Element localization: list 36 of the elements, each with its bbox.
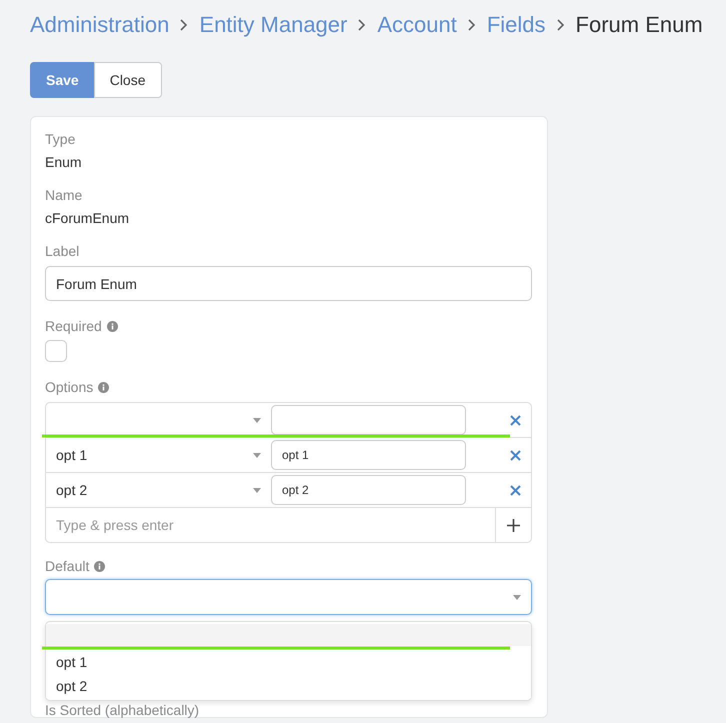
plus-icon	[507, 518, 520, 532]
caret-icon	[253, 452, 261, 458]
dropdown-option[interactable]: opt 1	[46, 650, 531, 674]
dropdown-option[interactable]: opt 2	[46, 674, 531, 698]
option-select[interactable]: opt 2	[46, 473, 271, 507]
field-label: Options	[45, 379, 94, 395]
caret-icon	[513, 594, 521, 600]
chevron-icon	[556, 18, 566, 32]
field-value: Enum	[45, 154, 83, 170]
field-label: Type	[45, 131, 76, 147]
field-label: Is Sorted (alphabetically)	[45, 703, 200, 717]
label-field[interactable]: Forum Enum	[45, 266, 532, 301]
info-icon	[94, 560, 106, 572]
option-label-field[interactable]: opt 1	[271, 440, 466, 470]
caret-icon	[253, 418, 261, 422]
field-label: Default	[45, 558, 90, 574]
caret-icon	[253, 488, 261, 492]
info-icon	[106, 320, 118, 332]
remove-icon[interactable]	[510, 450, 521, 460]
field-label: Label	[45, 243, 80, 259]
field-label: Name	[45, 187, 82, 203]
field-value: cForumEnum	[45, 210, 130, 226]
option-label-field[interactable]	[271, 405, 466, 435]
required-checkbox[interactable]	[45, 340, 67, 362]
chevron-icon	[466, 18, 477, 32]
remove-icon[interactable]	[510, 414, 521, 426]
option-select[interactable]: opt 1	[46, 438, 271, 472]
page-title: Forum Enum	[576, 12, 703, 38]
close-button[interactable]: Close	[94, 62, 162, 98]
chevron-icon	[179, 18, 190, 32]
default-select[interactable]	[45, 579, 532, 615]
field-label: Required	[45, 318, 102, 334]
option-label-field[interactable]: opt 2	[271, 475, 466, 505]
info-icon	[98, 382, 110, 392]
chevron-icon	[357, 18, 368, 32]
remove-icon[interactable]	[510, 484, 521, 496]
